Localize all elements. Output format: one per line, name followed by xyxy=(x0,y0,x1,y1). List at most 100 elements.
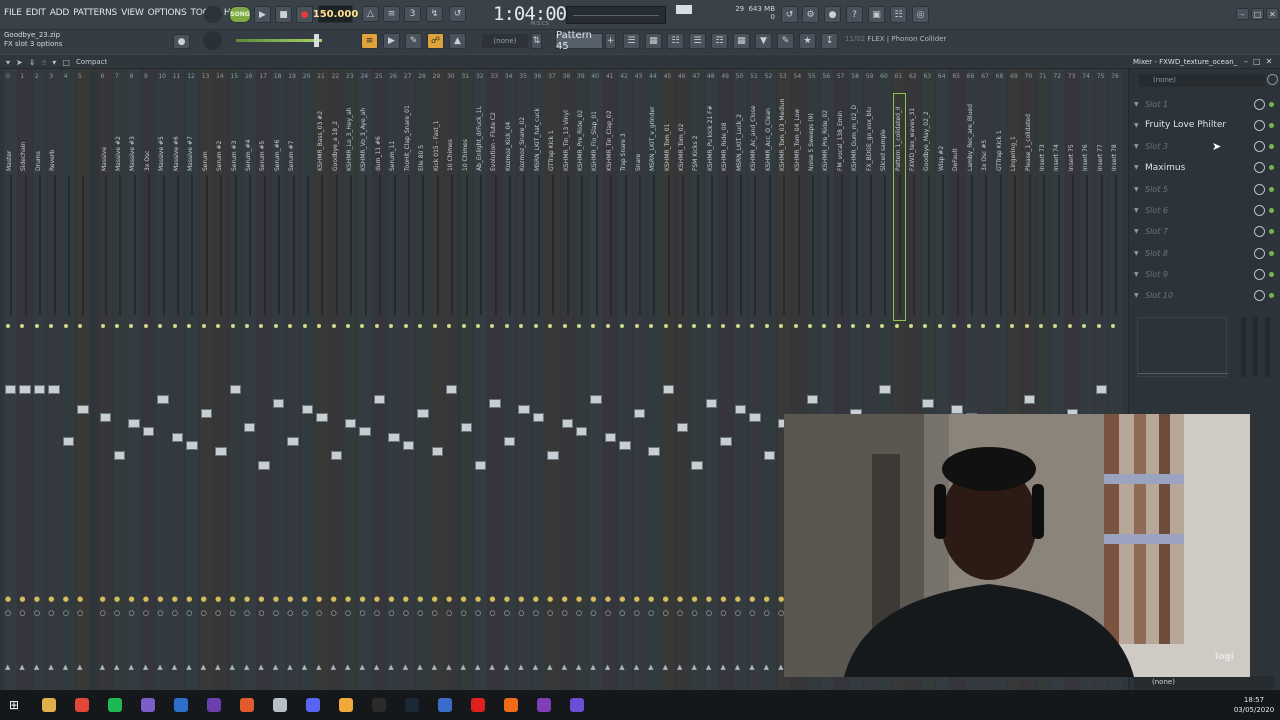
pan-knob[interactable]: ● xyxy=(128,595,134,603)
stop-button[interactable]: ■ xyxy=(275,6,292,23)
playlist-icon[interactable]: ☰ xyxy=(623,33,640,49)
stereo-knob[interactable]: ○ xyxy=(735,609,741,617)
record-button[interactable]: ● xyxy=(296,6,313,23)
route-arrow-icon[interactable]: ▲ xyxy=(48,663,53,671)
mute-led[interactable] xyxy=(937,324,942,328)
route-arrow-icon[interactable]: ▲ xyxy=(359,663,364,671)
volume-fader[interactable] xyxy=(705,399,718,408)
stereo-knob[interactable]: ○ xyxy=(417,609,423,617)
volume-fader[interactable] xyxy=(547,451,559,460)
effect-slot[interactable]: ▼ Maximus xyxy=(1134,158,1274,178)
route-arrow-icon[interactable]: ▲ xyxy=(706,663,711,671)
pattern-arrows-icon[interactable]: ⇅ xyxy=(531,33,542,49)
fl-studio-icon[interactable] xyxy=(339,698,353,712)
plugin-db-icon[interactable]: ▦ xyxy=(733,33,750,49)
master-pitch-slider[interactable] xyxy=(236,39,322,42)
stereo-knob[interactable]: ○ xyxy=(244,609,250,617)
volume-fader[interactable] xyxy=(749,413,761,422)
mute-led[interactable] xyxy=(605,324,610,328)
stereo-knob[interactable]: ○ xyxy=(19,609,25,617)
volume-fader[interactable] xyxy=(503,437,516,446)
pan-knob[interactable]: ● xyxy=(605,595,611,603)
slot-mix-knob[interactable] xyxy=(1254,290,1265,302)
mute-led[interactable] xyxy=(562,324,567,328)
mute-led[interactable] xyxy=(533,324,538,328)
slot-mix-knob[interactable] xyxy=(1254,205,1265,216)
route-arrow-icon[interactable]: ▲ xyxy=(764,663,769,671)
pan-knob[interactable]: ● xyxy=(735,595,741,603)
route-arrow-icon[interactable]: ▲ xyxy=(547,663,552,671)
stereo-knob[interactable]: ○ xyxy=(230,609,236,617)
close-icon[interactable]: ✕ xyxy=(1266,8,1279,20)
route-arrow-icon[interactable]: ▲ xyxy=(749,663,754,671)
slot-enable-led[interactable] xyxy=(1269,101,1274,107)
stereo-knob[interactable]: ○ xyxy=(114,609,120,617)
mute-led[interactable] xyxy=(6,324,10,328)
pan-knob[interactable]: ● xyxy=(258,595,264,603)
mixer-icon[interactable]: ☰ xyxy=(689,33,706,49)
stereo-knob[interactable]: ○ xyxy=(302,609,308,617)
route-arrow-icon[interactable]: ▲ xyxy=(19,663,24,671)
studio-icon[interactable]: ★ xyxy=(799,33,816,49)
slider-handle[interactable] xyxy=(314,34,319,47)
slot-enable-led[interactable] xyxy=(1269,229,1274,235)
pan-knob[interactable]: ● xyxy=(215,595,221,603)
effect-slot[interactable]: ▼ Slot 6 xyxy=(1134,201,1274,221)
route-arrow-icon[interactable]: ▲ xyxy=(648,663,653,671)
volume-fader[interactable] xyxy=(62,437,75,446)
effect-slot[interactable]: ▼ Slot 8 xyxy=(1134,243,1274,263)
stereo-knob[interactable]: ○ xyxy=(100,609,106,617)
route-arrow-icon[interactable]: ▲ xyxy=(518,663,523,671)
stereo-knob[interactable]: ○ xyxy=(562,609,568,617)
stereo-knob[interactable]: ○ xyxy=(489,609,495,617)
mute-led[interactable] xyxy=(865,324,870,328)
stereo-knob[interactable]: ○ xyxy=(648,609,654,617)
snap-icon[interactable]: ≡ xyxy=(361,33,378,49)
volume-fader[interactable] xyxy=(157,395,169,404)
volume-fader[interactable] xyxy=(345,419,357,428)
pan-knob[interactable]: ● xyxy=(432,595,438,603)
route-arrow-icon[interactable]: ▲ xyxy=(720,663,725,671)
route-arrow-icon[interactable]: ▲ xyxy=(735,663,740,671)
mute-led[interactable] xyxy=(201,324,206,328)
volume-fader[interactable] xyxy=(518,405,530,414)
pan-knob[interactable]: ● xyxy=(157,595,163,603)
slot-mix-knob[interactable] xyxy=(1254,247,1265,259)
route-arrow-icon[interactable]: ▲ xyxy=(677,663,682,671)
volume-fader[interactable] xyxy=(590,395,602,404)
pan-knob[interactable]: ● xyxy=(331,595,337,603)
slot-enable-led[interactable] xyxy=(1269,165,1274,171)
volume-fader[interactable] xyxy=(330,451,342,460)
pan-knob[interactable]: ● xyxy=(547,595,553,603)
stereo-knob[interactable]: ○ xyxy=(63,609,69,617)
pan-knob[interactable]: ● xyxy=(504,595,510,603)
plugin-picker-icon[interactable]: ▼ xyxy=(755,33,772,49)
stereo-knob[interactable]: ○ xyxy=(34,609,40,617)
volume-fader[interactable] xyxy=(1023,395,1035,404)
volume-fader[interactable] xyxy=(460,423,472,432)
stereo-knob[interactable]: ○ xyxy=(5,609,11,617)
pan-knob[interactable]: ● xyxy=(461,595,467,603)
volume-fader[interactable] xyxy=(604,433,617,442)
pattern-selector[interactable]: Pattern 45 xyxy=(555,30,603,52)
photoshop-icon[interactable] xyxy=(174,698,188,712)
route-arrow-icon[interactable]: ▲ xyxy=(302,663,307,671)
mute-led[interactable] xyxy=(230,324,235,328)
master-volume-knob[interactable] xyxy=(204,6,222,23)
volume-fader[interactable] xyxy=(373,395,386,404)
volume-fader[interactable] xyxy=(734,405,747,414)
pan-knob[interactable]: ● xyxy=(48,595,54,603)
route-arrow-icon[interactable]: ▲ xyxy=(100,663,105,671)
route-arrow-icon[interactable]: ▲ xyxy=(489,663,494,671)
microphone-icon[interactable]: ● xyxy=(824,6,841,23)
volume-fader[interactable] xyxy=(114,451,126,460)
stereo-knob[interactable]: ○ xyxy=(359,609,365,617)
mute-led[interactable] xyxy=(432,324,437,328)
route-arrow-icon[interactable]: ▲ xyxy=(403,663,408,671)
route-arrow-icon[interactable]: ▲ xyxy=(778,663,783,671)
pan-knob[interactable]: ● xyxy=(316,595,322,603)
stereo-knob[interactable]: ○ xyxy=(504,609,510,617)
volume-fader[interactable] xyxy=(474,461,487,470)
volume-fader[interactable] xyxy=(272,399,285,408)
rack-route-selector[interactable]: (none) xyxy=(1139,74,1265,87)
